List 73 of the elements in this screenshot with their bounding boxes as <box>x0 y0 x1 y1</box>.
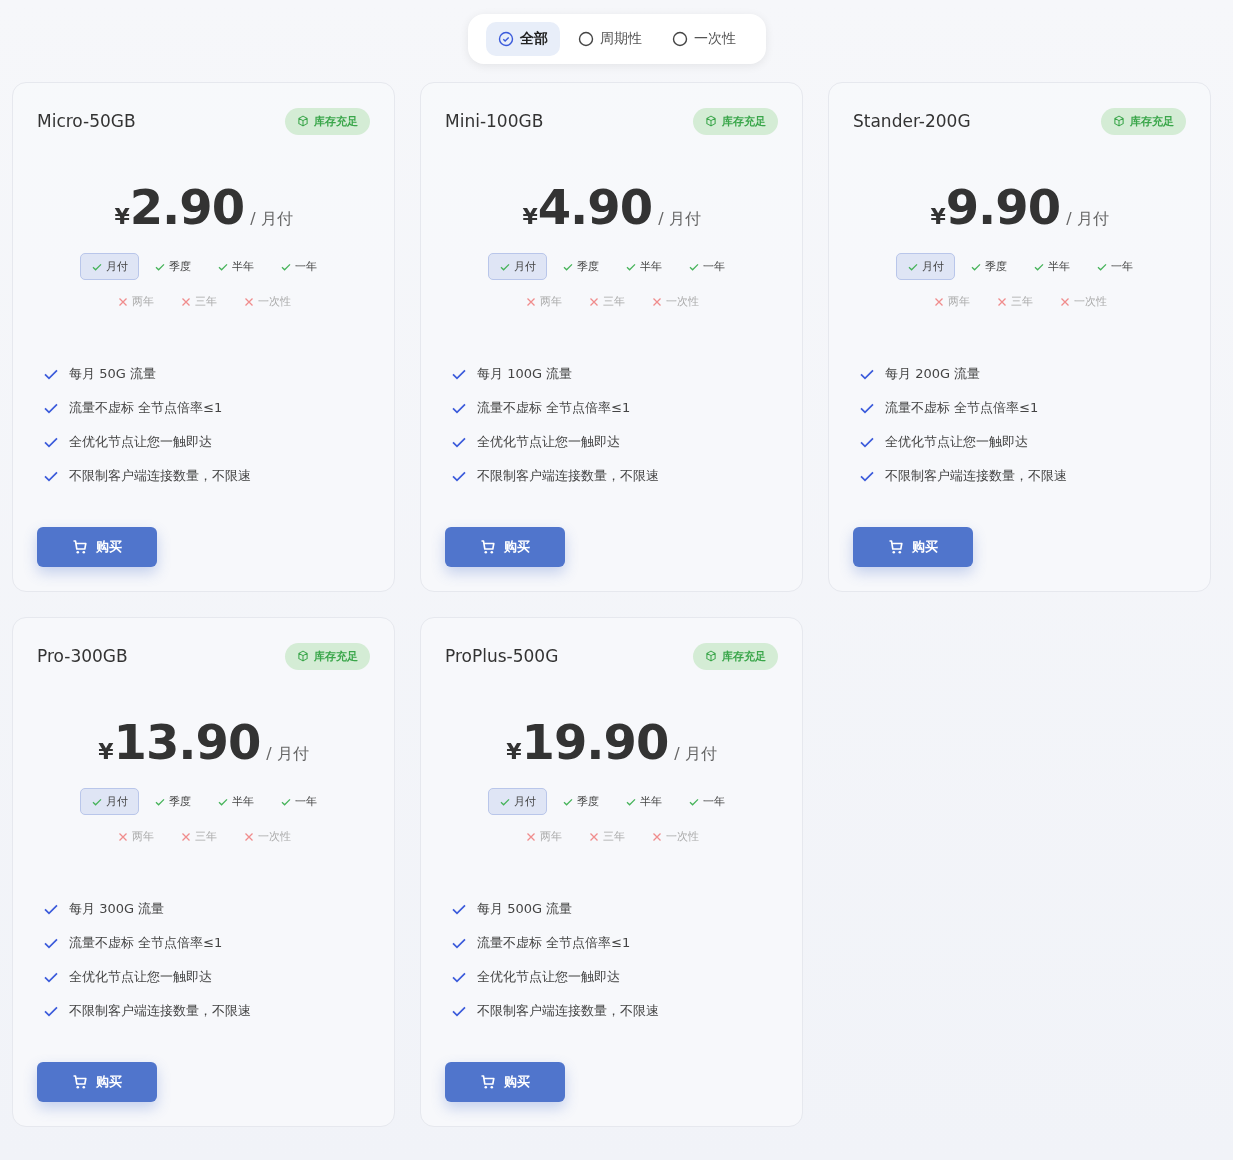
billing-cycle-option[interactable]: 一年 <box>1084 253 1144 280</box>
buy-button[interactable]: 购买 <box>445 1062 565 1102</box>
billing-cycle-option[interactable]: 一年 <box>676 253 736 280</box>
billing-cycle-option[interactable]: 一年 <box>268 253 328 280</box>
billing-cycle-option[interactable]: 月付 <box>487 253 547 280</box>
price-amount: 4.90 <box>537 179 653 235</box>
price-amount: 9.90 <box>945 179 1061 235</box>
buy-button[interactable]: 购买 <box>37 527 157 567</box>
currency-symbol: ¥ <box>930 204 946 229</box>
feature-text: 全优化节点让您一触即达 <box>885 433 1028 451</box>
plan-name: Stander-200G <box>853 111 971 131</box>
billing-cycle-option[interactable]: 季度 <box>550 253 610 280</box>
plan-name: Pro-300GB <box>37 646 128 666</box>
billing-cycle-option[interactable]: 半年 <box>613 253 673 280</box>
feature-text: 流量不虚标 全节点倍率≤1 <box>477 934 631 952</box>
plan-name: Mini-100GB <box>445 111 544 131</box>
billing-cycle-option[interactable]: 季度 <box>550 788 610 815</box>
stock-label: 库存充足 <box>722 648 766 664</box>
feature-text: 不限制客户端连接数量，不限速 <box>477 467 659 485</box>
price-unit: / 月付 <box>250 209 293 230</box>
plan-name: ProPlus-500G <box>445 646 559 666</box>
currency-symbol: ¥ <box>114 204 130 229</box>
feature-text: 每月 500G 流量 <box>477 900 573 918</box>
feature-text: 每月 200G 流量 <box>885 365 981 383</box>
stock-label: 库存充足 <box>314 113 358 129</box>
stock-label: 库存充足 <box>722 113 766 129</box>
feature-text: 流量不虚标 全节点倍率≤1 <box>477 399 631 417</box>
stock-label: 库存充足 <box>314 648 358 664</box>
billing-cycle-option[interactable]: 月付 <box>487 788 547 815</box>
price-unit: / 月付 <box>674 744 717 765</box>
billing-cycle-option[interactable]: 月付 <box>79 253 139 280</box>
price-amount: 2.90 <box>129 179 245 235</box>
billing-cycle-option[interactable]: 季度 <box>958 253 1018 280</box>
billing-cycle-option[interactable]: 月付 <box>895 253 955 280</box>
billing-cycle-option[interactable]: 半年 <box>205 253 265 280</box>
billing-cycle-option[interactable]: 半年 <box>613 788 673 815</box>
billing-cycle-option[interactable]: 季度 <box>142 253 202 280</box>
price-amount: 19.90 <box>521 714 669 770</box>
currency-symbol: ¥ <box>522 204 538 229</box>
buy-button[interactable]: 购买 <box>37 1062 157 1102</box>
currency-symbol: ¥ <box>506 739 522 764</box>
buy-button[interactable]: 购买 <box>445 527 565 567</box>
price-unit: / 月付 <box>658 209 701 230</box>
feature-text: 全优化节点让您一触即达 <box>477 433 620 451</box>
feature-text: 每月 300G 流量 <box>69 900 165 918</box>
billing-cycle-option[interactable]: 季度 <box>142 788 202 815</box>
feature-text: 全优化节点让您一触即达 <box>69 433 212 451</box>
feature-text: 流量不虚标 全节点倍率≤1 <box>69 934 223 952</box>
feature-text: 不限制客户端连接数量，不限速 <box>477 1002 659 1020</box>
price-unit: / 月付 <box>1066 209 1109 230</box>
price-amount: 13.90 <box>113 714 261 770</box>
feature-text: 流量不虚标 全节点倍率≤1 <box>885 399 1039 417</box>
price-unit: / 月付 <box>266 744 309 765</box>
billing-cycle-option[interactable]: 月付 <box>79 788 139 815</box>
feature-text: 不限制客户端连接数量，不限速 <box>69 467 251 485</box>
currency-symbol: ¥ <box>98 739 114 764</box>
billing-cycle-option[interactable]: 一年 <box>268 788 328 815</box>
billing-cycle-option[interactable]: 一年 <box>676 788 736 815</box>
billing-cycle-option[interactable]: 半年 <box>205 788 265 815</box>
feature-text: 全优化节点让您一触即达 <box>69 968 212 986</box>
feature-text: 流量不虚标 全节点倍率≤1 <box>69 399 223 417</box>
buy-button[interactable]: 购买 <box>853 527 973 567</box>
feature-text: 不限制客户端连接数量，不限速 <box>69 1002 251 1020</box>
plan-name: Micro-50GB <box>37 111 136 131</box>
feature-text: 每月 100G 流量 <box>477 365 573 383</box>
stock-label: 库存充足 <box>1130 113 1174 129</box>
billing-cycle-option[interactable]: 半年 <box>1021 253 1081 280</box>
feature-text: 不限制客户端连接数量，不限速 <box>885 467 1067 485</box>
filter-tab[interactable]: 周期性 <box>565 22 654 56</box>
filter-tab[interactable]: 全部 <box>485 22 560 56</box>
feature-text: 全优化节点让您一触即达 <box>477 968 620 986</box>
filter-tab[interactable]: 一次性 <box>659 22 748 56</box>
feature-text: 每月 50G 流量 <box>69 365 156 383</box>
